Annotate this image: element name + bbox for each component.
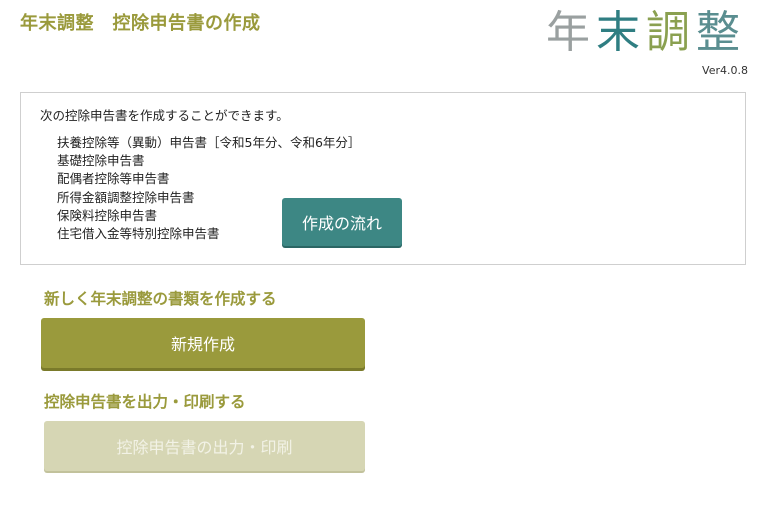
print-output-button: 控除申告書の出力・印刷 bbox=[44, 421, 365, 471]
info-intro-text: 次の控除申告書を作成することができます。 bbox=[40, 108, 289, 123]
logo-char-2: 末 bbox=[596, 7, 646, 58]
app-logo: 年末調整 bbox=[546, 8, 746, 58]
form-list-item: 基礎控除申告書 bbox=[57, 153, 145, 169]
new-create-button[interactable]: 新規作成 bbox=[41, 318, 365, 368]
print-section-heading: 控除申告書を出力・印刷する bbox=[44, 393, 246, 411]
logo-char-4: 整 bbox=[696, 7, 746, 58]
logo-wordmark: 年末調整 bbox=[546, 8, 746, 58]
form-list-item: 扶養控除等（異動）申告書［令和5年分、令和6年分］ bbox=[57, 135, 361, 150]
form-list-item: 配偶者控除等申告書 bbox=[57, 171, 170, 187]
logo-char-3: 調 bbox=[646, 7, 696, 58]
page: 年末調整 控除申告書の作成 年末調整 Ver4.0.8 次の控除申告書を作成する… bbox=[0, 0, 768, 513]
page-title: 年末調整 控除申告書の作成 bbox=[20, 13, 261, 34]
new-section-heading: 新しく年末調整の書類を作成する bbox=[44, 290, 277, 308]
logo-char-1: 年 bbox=[546, 7, 596, 58]
creation-flow-button[interactable]: 作成の流れ bbox=[282, 198, 402, 246]
info-panel: 次の控除申告書を作成することができます。 扶養控除等（異動）申告書［令和5年分、… bbox=[20, 92, 746, 265]
version-label: Ver4.0.8 bbox=[702, 64, 748, 77]
